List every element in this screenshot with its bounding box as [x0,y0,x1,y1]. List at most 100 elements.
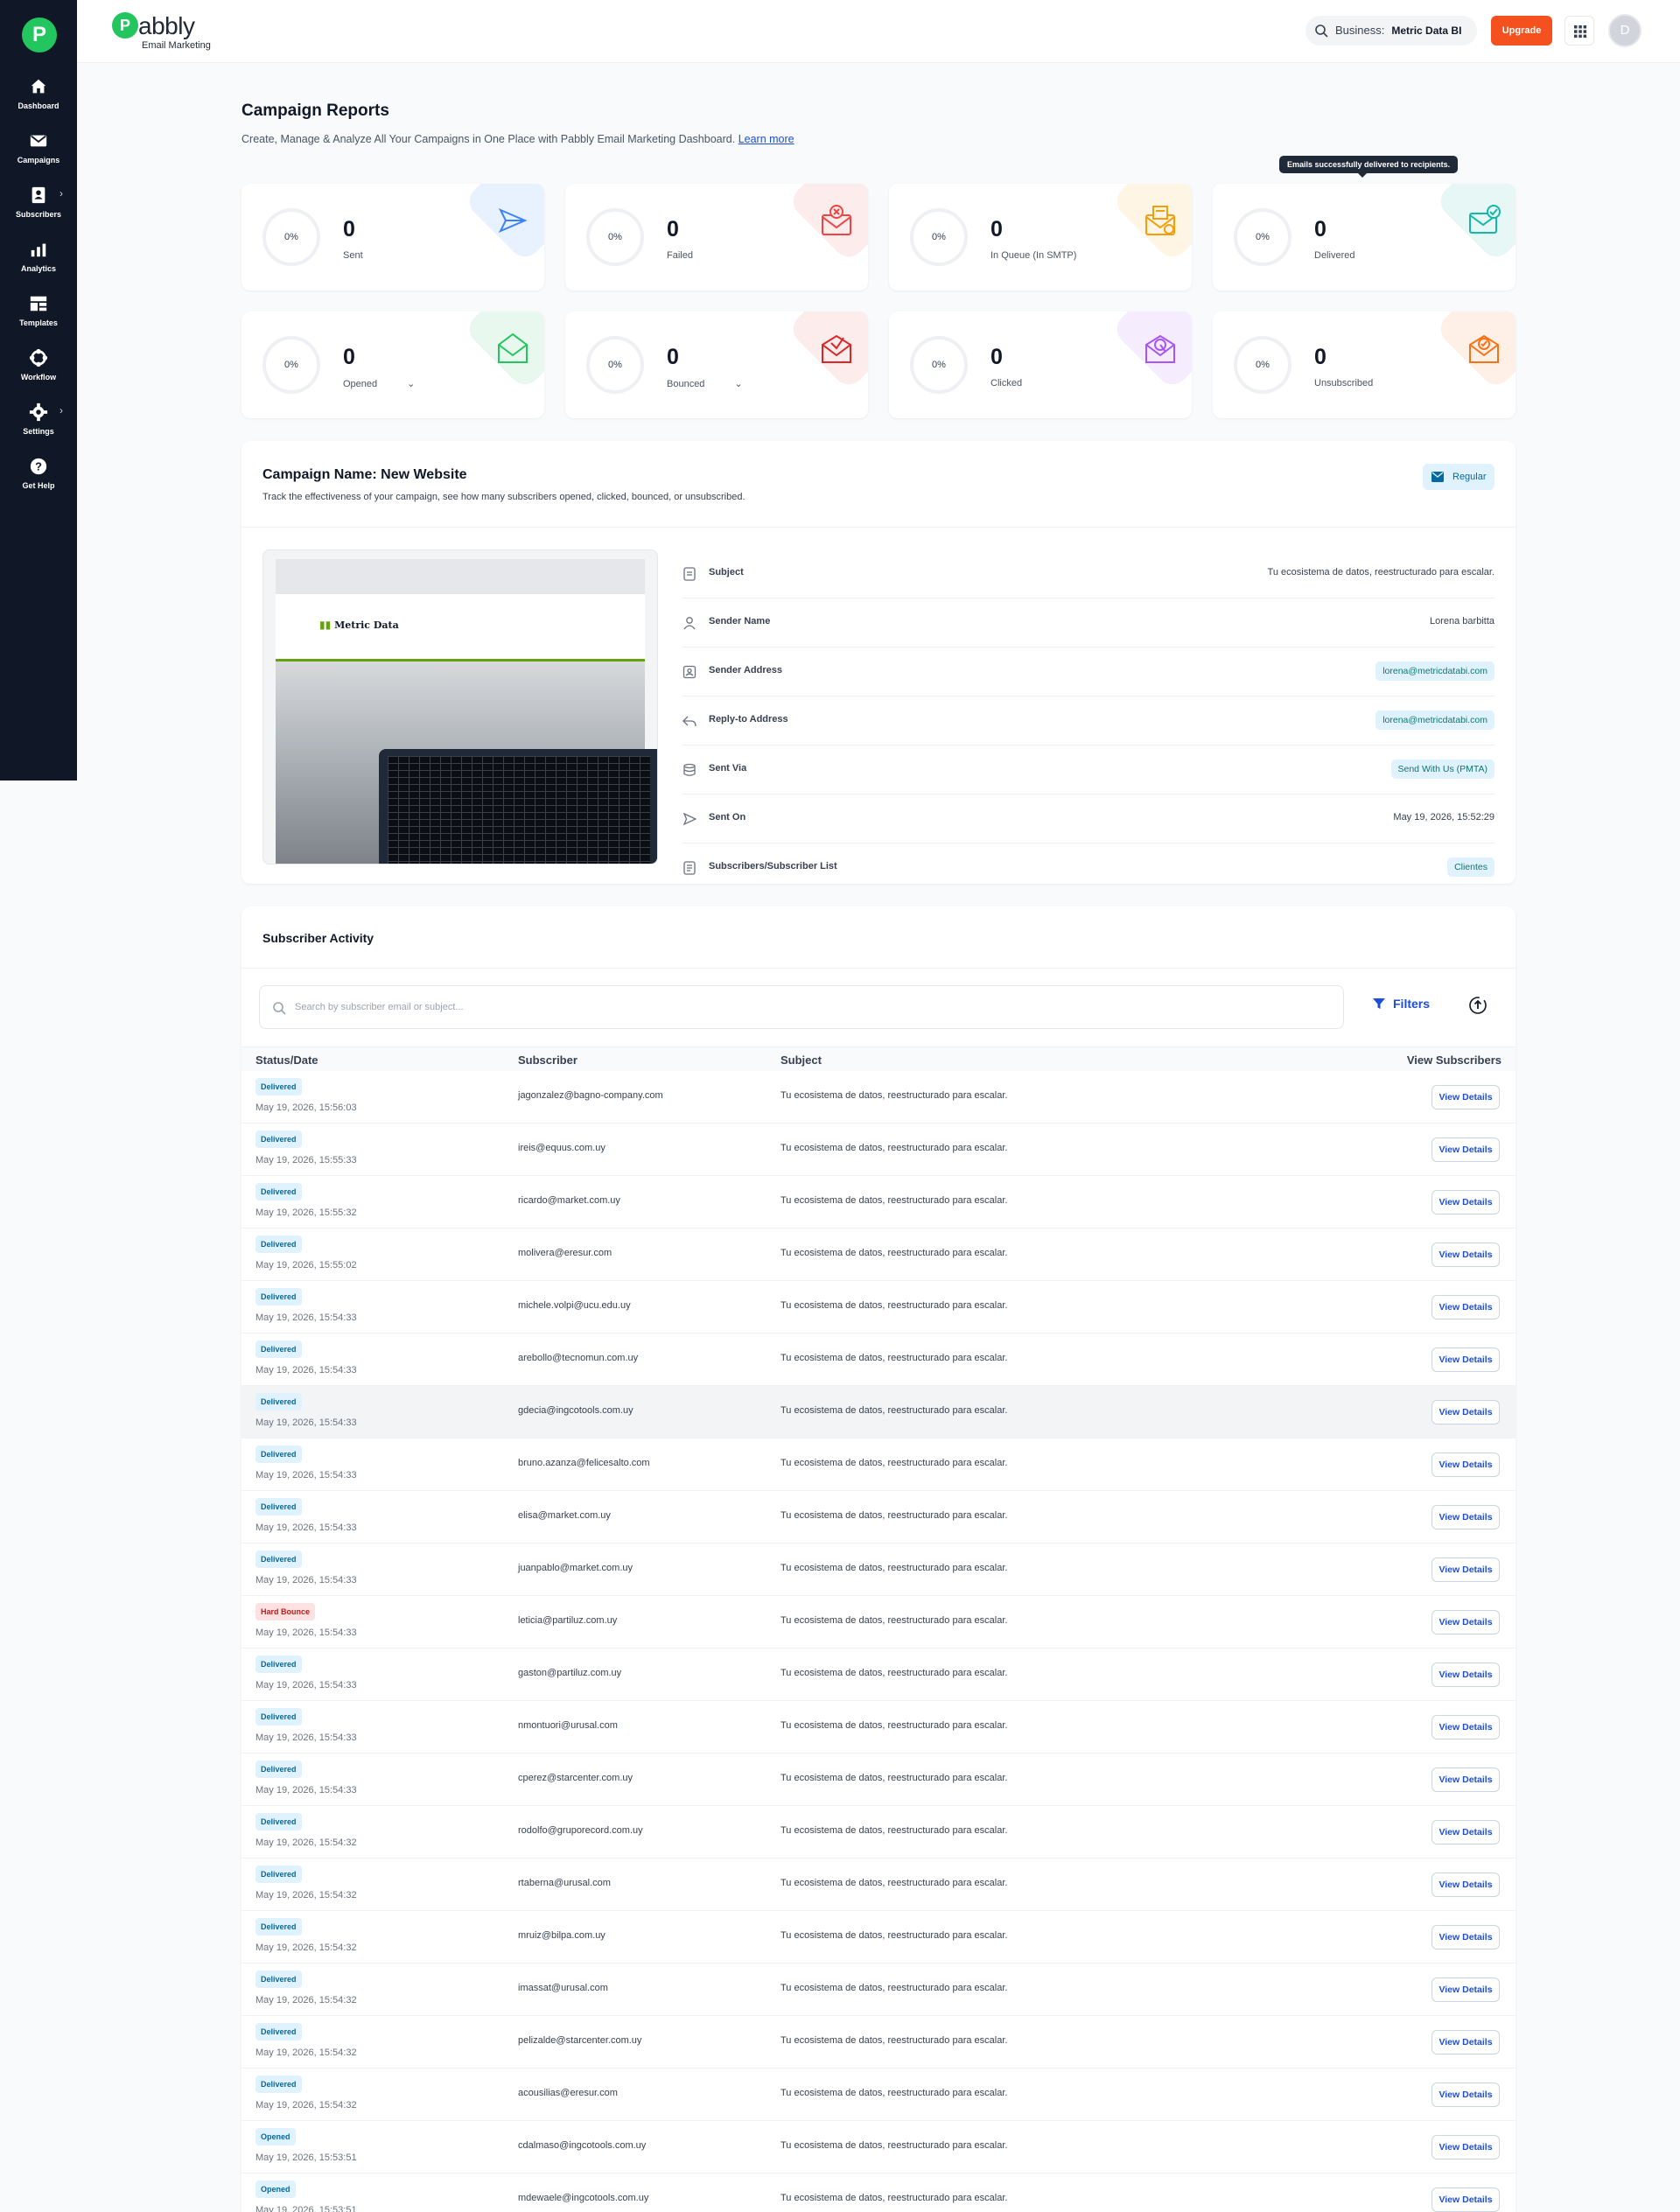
mail-queue-icon [1145,206,1175,235]
table-row[interactable]: Delivered May 19, 2026, 15:54:32 imassat@u… [242,1964,1516,2016]
status-date: May 19, 2026, 15:54:32 [256,2100,357,2110]
table-row[interactable]: Delivered May 19, 2026, 15:54:32 rtaberna@… [242,1858,1516,1911]
table-row[interactable]: Opened May 19, 2026, 15:53:51 mdewaele@ing… [242,2174,1516,2212]
table-row[interactable]: Opened May 19, 2026, 15:53:51 cdalmaso@ing… [242,2121,1516,2174]
stat-card-delivered[interactable]: 0% 0 Delivered [1213,184,1516,290]
detail-label: Sender Address [709,665,782,676]
table-row[interactable]: Delivered May 19, 2026, 15:55:32 ricardo@m… [242,1176,1516,1228]
avatar[interactable]: D [1608,14,1642,47]
view-details-button[interactable]: View Details [1432,2188,1500,2212]
view-details-button[interactable]: View Details [1432,1400,1500,1424]
view-details-button[interactable]: View Details [1432,2030,1500,2054]
sidebar-item-label: Subscribers [15,210,62,219]
table-row[interactable]: Delivered May 19, 2026, 15:56:03 jagonzale… [242,1071,1516,1124]
view-details-button[interactable]: View Details [1432,1768,1500,1792]
stat-value: 0 [667,345,679,369]
view-details-button[interactable]: View Details [1432,1295,1500,1320]
table-row[interactable]: Delivered May 19, 2026, 15:54:33 cperez@st… [242,1754,1516,1806]
business-selector[interactable]: Business: Metric Data BI [1306,16,1477,46]
sidebar-item-get-help[interactable]: ? Get Help [0,457,77,490]
stat-card-unsubscribed[interactable]: 0% 0 Unsubscribed [1213,312,1516,418]
page-subtitle-text: Create, Manage & Analyze All Your Campai… [242,133,736,145]
view-details-button[interactable]: View Details [1432,1610,1500,1634]
table-row[interactable]: Delivered May 19, 2026, 15:54:33 bruno.aza… [242,1438,1516,1491]
upgrade-button[interactable]: Upgrade [1491,16,1552,46]
sidebar-item-workflow[interactable]: Workflow [0,348,77,382]
table-row[interactable]: Delivered May 19, 2026, 15:54:33 michele.v… [242,1281,1516,1334]
export-icon[interactable] [1468,996,1488,1015]
view-details-button[interactable]: View Details [1432,1662,1500,1687]
view-details-button[interactable]: View Details [1432,1138,1500,1162]
table-row[interactable]: Delivered May 19, 2026, 15:54:32 acousilia… [242,2068,1516,2121]
table-row[interactable]: Delivered May 19, 2026, 15:55:33 ireis@equ… [242,1124,1516,1176]
filters-button[interactable]: Filters [1372,997,1430,1011]
stat-card-failed[interactable]: 0% 0 Failed [565,184,868,290]
status-date: May 19, 2026, 15:54:32 [256,1838,357,1848]
view-details-button[interactable]: View Details [1432,2135,1500,2160]
view-details-button[interactable]: View Details [1432,1085,1500,1110]
status-badge: Delivered [256,1498,302,1516]
apps-grid-button[interactable] [1564,16,1594,46]
view-details-button[interactable]: View Details [1432,1872,1500,1897]
view-details-button[interactable]: View Details [1432,1452,1500,1477]
table-row[interactable]: Delivered May 19, 2026, 15:54:33 juanpablo… [242,1544,1516,1596]
detail-label: Subject [709,567,744,578]
email-subject: Tu ecosistema de datos, reestructurado p… [780,1720,1008,1731]
search-input[interactable]: Search by subscriber email or subject... [259,985,1344,1029]
table-row[interactable]: Delivered May 19, 2026, 15:54:32 pelizalde… [242,2016,1516,2068]
view-details-button[interactable]: View Details [1432,1505,1500,1530]
view-details-button[interactable]: View Details [1432,1715,1500,1740]
table-row[interactable]: Delivered May 19, 2026, 15:54:32 rodolfo@g… [242,1806,1516,1858]
detail-row-subscriber-list: Subscribers/Subscriber List Clientes [682,844,1494,892]
stat-card-sent[interactable]: 0% 0 Sent [242,184,544,290]
sidebar-item-label: Get Help [22,481,55,490]
sidebar-item-templates[interactable]: Templates [0,294,77,327]
envelope-icon [1432,472,1444,482]
stat-value: 0 [343,345,355,369]
view-details-button[interactable]: View Details [1432,1978,1500,2002]
email-subject: Tu ecosistema de datos, reestructurado p… [780,1143,1008,1153]
view-details-button[interactable]: View Details [1432,2082,1500,2107]
table-row[interactable]: Delivered May 19, 2026, 15:54:32 mruiz@bil… [242,1911,1516,1964]
stat-card-clicked[interactable]: 0% 0 Clicked [889,312,1192,418]
view-details-button[interactable]: View Details [1432,1242,1500,1267]
view-details-button[interactable]: View Details [1432,1925,1500,1950]
app-logo[interactable]: P [22,18,57,52]
stat-card-in-queue[interactable]: 0% 0 In Queue (In SMTP) [889,184,1192,290]
view-details-button[interactable]: View Details [1432,1348,1500,1372]
reply-icon [682,716,696,727]
status-badge: Delivered [256,1236,302,1253]
sidebar-item-label: Workflow [20,373,57,382]
status-date: May 19, 2026, 15:54:33 [256,1365,357,1376]
sidebar-item-subscribers[interactable]: Subscribers › [0,186,77,219]
sidebar-item-dashboard[interactable]: Dashboard [0,77,77,110]
chevron-down-icon[interactable]: ⌄ [734,379,742,389]
subscriber-email: rtaberna@urusal.com [518,1878,611,1888]
business-label: Business: [1335,24,1385,37]
stat-card-bounced[interactable]: 0% 0 Bounced ⌄ [565,312,868,418]
page-subtitle: Create, Manage & Analyze All Your Campai… [242,133,794,145]
sidebar-item-analytics[interactable]: Analytics [0,240,77,273]
table-row[interactable]: Delivered May 19, 2026, 15:55:02 molivera@… [242,1228,1516,1281]
chevron-down-icon[interactable]: ⌄ [407,379,415,389]
table-row[interactable]: Delivered May 19, 2026, 15:54:33 elisa@mar… [242,1491,1516,1544]
table-row[interactable]: Delivered May 19, 2026, 15:54:33 nmontuori… [242,1701,1516,1754]
table-row[interactable]: Hard Bounce May 19, 2026, 15:54:33 leticia… [242,1596,1516,1648]
sidebar-item-campaigns[interactable]: Campaigns [0,131,77,164]
status-date: May 19, 2026, 15:55:32 [256,1208,357,1218]
status-badge: Delivered [256,1918,302,1936]
sidebar-item-label: Settings [23,427,54,436]
table-row[interactable]: Delivered May 19, 2026, 15:54:33 gdecia@in… [242,1386,1516,1438]
stat-label-text: Bounced [667,379,705,389]
view-details-button[interactable]: View Details [1432,1558,1500,1582]
view-details-button[interactable]: View Details [1432,1820,1500,1844]
grid-icon [1574,25,1587,38]
table-row[interactable]: Delivered May 19, 2026, 15:54:33 arebollo@… [242,1334,1516,1386]
stat-card-opened[interactable]: 0% 0 Opened ⌄ [242,312,544,418]
view-details-button[interactable]: View Details [1432,1190,1500,1214]
table-row[interactable]: Delivered May 19, 2026, 15:54:33 gaston@pa… [242,1648,1516,1701]
status-date: May 19, 2026, 15:54:33 [256,1680,357,1690]
learn-more-link[interactable]: Learn more [738,133,794,145]
sidebar-item-settings[interactable]: Settings › [0,402,77,436]
email-preview[interactable]: ▮▮ Metric Data [262,550,658,864]
